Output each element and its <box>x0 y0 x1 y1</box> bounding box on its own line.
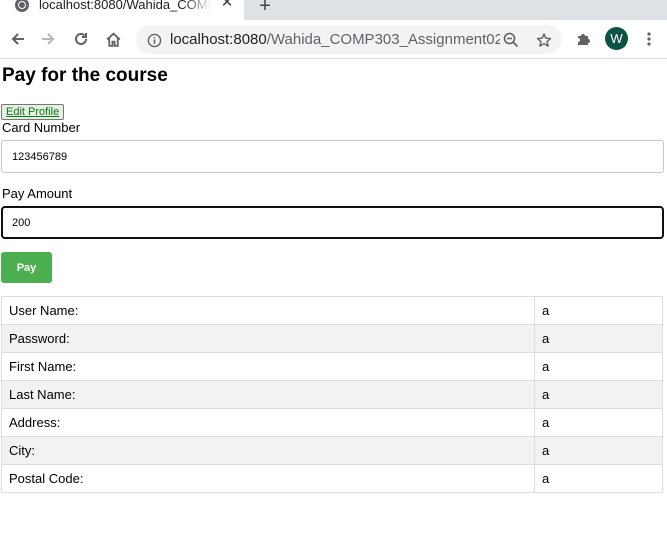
browser-toolbar: localhost:8080/Wahida_COMP303_Assignment… <box>0 20 667 59</box>
table-row: Password: a <box>1 324 663 353</box>
table-row: Postal Code: a <box>1 464 663 493</box>
row-label: City: <box>1 436 535 465</box>
row-value: a <box>534 408 663 437</box>
avatar[interactable]: W <box>605 27 628 50</box>
url-host: localhost:8080 <box>170 31 267 48</box>
edit-profile-button[interactable]: Edit Profile <box>1 104 65 120</box>
table-row: First Name: a <box>1 352 663 381</box>
zoom-out-icon[interactable] <box>503 32 519 48</box>
browser-tab[interactable]: localhost:8080/Wahida_COMP303_Assignment… <box>0 0 244 20</box>
card-number-field[interactable] <box>1 140 664 173</box>
row-value: a <box>534 436 663 465</box>
kebab-menu-icon[interactable] <box>638 28 660 50</box>
row-value: a <box>534 296 663 325</box>
url-text: localhost:8080/Wahida_COMP303_Assignment… <box>170 31 500 49</box>
info-icon[interactable] <box>146 32 162 48</box>
row-value: a <box>534 352 663 381</box>
page-content: Pay for the course Edit Profile Card Num… <box>0 60 667 544</box>
arrow-right-icon[interactable] <box>37 28 59 50</box>
card-number-label: Card Number <box>2 120 81 135</box>
plus-icon[interactable]: + <box>256 0 274 16</box>
profile-table: User Name: a Password: a First Name: a L… <box>1 296 663 493</box>
row-value: a <box>534 380 663 409</box>
star-icon[interactable] <box>536 32 552 48</box>
pay-amount-field[interactable] <box>1 206 664 239</box>
row-label: First Name: <box>1 352 535 381</box>
arrow-left-icon[interactable] <box>7 28 29 50</box>
tab-title: localhost:8080/Wahida_COMP303_Assignment… <box>39 0 211 12</box>
pay-amount-label: Pay Amount <box>2 186 73 201</box>
row-label: Postal Code: <box>1 464 535 493</box>
row-label: User Name: <box>1 296 535 325</box>
home-icon[interactable] <box>102 28 124 50</box>
row-label: Last Name: <box>1 380 535 409</box>
page-title: Pay for the course <box>2 65 168 86</box>
row-value: a <box>534 324 663 353</box>
reload-icon[interactable] <box>70 28 92 50</box>
row-label: Address: <box>1 408 535 437</box>
row-value: a <box>534 464 663 493</box>
address-bar[interactable]: localhost:8080/Wahida_COMP303_Assignment… <box>136 25 562 54</box>
puzzle-icon[interactable] <box>573 28 595 50</box>
close-icon[interactable]: ✕ <box>219 0 235 11</box>
row-label: Password: <box>1 324 535 353</box>
table-row: Last Name: a <box>1 380 663 409</box>
table-row: Address: a <box>1 408 663 437</box>
globe-icon <box>15 0 29 12</box>
table-row: City: a <box>1 436 663 465</box>
table-row: User Name: a <box>1 296 663 325</box>
url-path: /Wahida_COMP303_Assignment02/... <box>266 31 500 48</box>
tab-strip: localhost:8080/Wahida_COMP303_Assignment… <box>0 0 667 20</box>
pay-button[interactable]: Pay <box>1 252 52 283</box>
